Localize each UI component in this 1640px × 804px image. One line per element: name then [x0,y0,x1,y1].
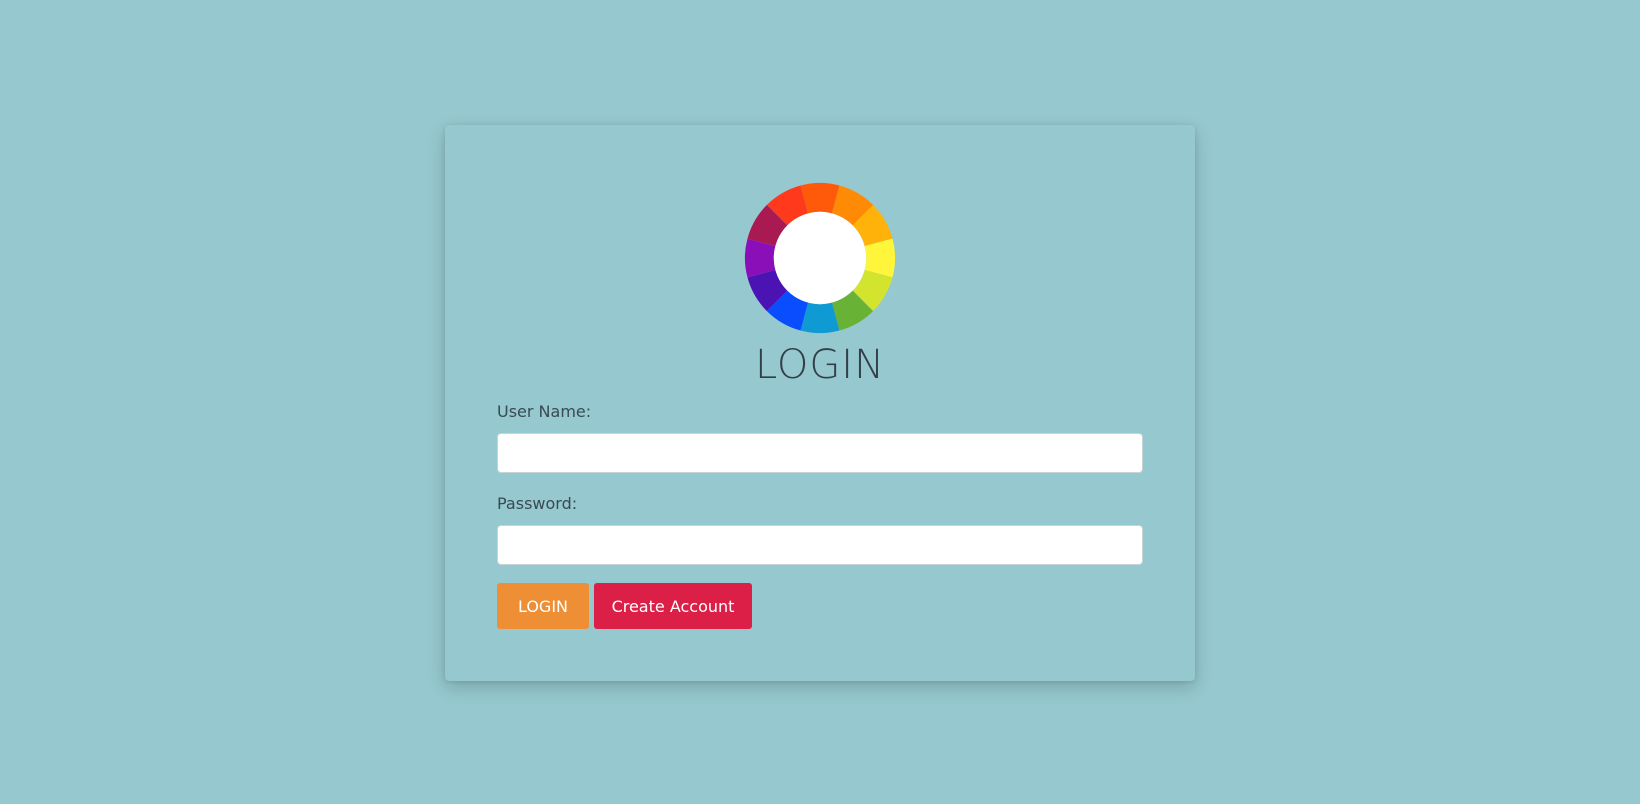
username-label: User Name: [497,402,592,421]
color-wheel-icon [744,182,896,334]
page-title: LOGIN [754,342,886,388]
login-card: LOGIN User Name: Password: LOGIN Create … [445,125,1195,681]
password-label: Password: [497,494,578,513]
login-button[interactable]: LOGIN [497,583,589,629]
color-wheel-center [773,211,867,305]
username-input[interactable] [497,433,1143,473]
create-account-button[interactable]: Create Account [594,583,752,629]
password-input[interactable] [497,525,1143,565]
